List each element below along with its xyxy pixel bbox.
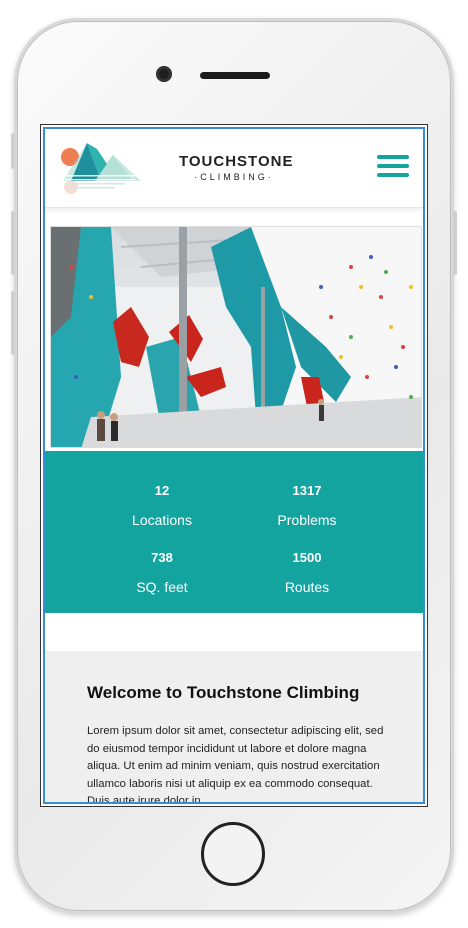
stat-routes: 1500 Routes <box>232 550 382 595</box>
stat-value: 1317 <box>292 483 322 498</box>
front-camera <box>156 66 172 82</box>
webpage-viewport: TOUCHSTONE ·CLIMBING· 12 Locations 1317 … <box>43 127 425 804</box>
welcome-section: Welcome to Touchstone Climbing Lorem ips… <box>45 651 423 804</box>
home-button[interactable] <box>201 822 265 886</box>
phone-screen: TOUCHSTONE ·CLIMBING· 12 Locations 1317 … <box>40 124 428 807</box>
brand-name: TOUCHSTONE <box>179 153 294 170</box>
stat-label: Problems <box>277 512 337 528</box>
welcome-body: Lorem ipsum dolor sit amet, consectetur … <box>87 725 384 804</box>
stat-label: Locations <box>132 512 192 528</box>
stat-label: SQ. feet <box>136 579 188 595</box>
mountain-logo-icon[interactable] <box>57 137 143 199</box>
brand-subtitle: ·CLIMBING· <box>194 172 274 182</box>
stat-locations: 12 Locations <box>87 483 237 528</box>
climbing-gym-photo <box>51 227 421 447</box>
welcome-title: Welcome to Touchstone Climbing <box>87 683 360 702</box>
earpiece-speaker <box>200 72 270 79</box>
stat-sq-feet: 738 SQ. feet <box>87 550 237 595</box>
stats-panel: 12 Locations 1317 Problems 738 SQ. feet … <box>45 451 423 613</box>
site-header: TOUCHSTONE ·CLIMBING· <box>45 129 423 208</box>
stat-value: 738 <box>151 550 173 565</box>
mute-switch <box>11 133 15 169</box>
stat-value: 1500 <box>292 550 322 565</box>
hero-image <box>50 226 422 448</box>
hamburger-menu-icon[interactable] <box>377 155 409 177</box>
stat-problems: 1317 Problems <box>232 483 382 528</box>
volume-down-button <box>11 291 15 355</box>
volume-up-button <box>11 211 15 275</box>
stat-label: Routes <box>284 579 330 595</box>
brand-wordmark[interactable]: TOUCHSTONE ·CLIMBING· <box>179 153 294 182</box>
power-button <box>453 211 457 275</box>
stat-value: 12 <box>154 483 170 498</box>
